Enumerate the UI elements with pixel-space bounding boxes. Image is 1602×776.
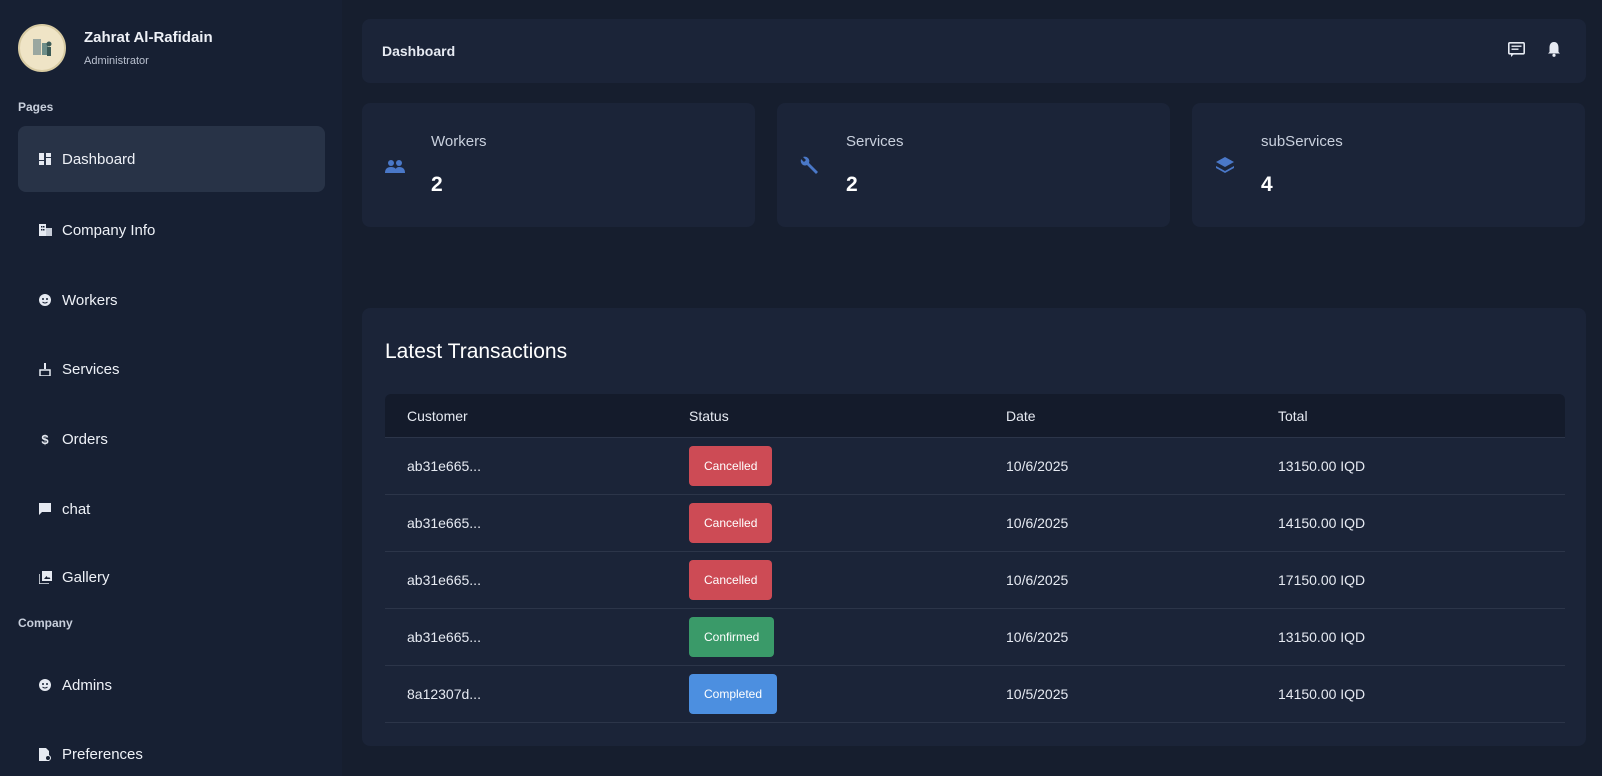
sidebar-item-label: chat	[62, 500, 91, 518]
stat-label: Workers	[431, 133, 487, 150]
sidebar-item-chat[interactable]: chat	[18, 476, 325, 542]
sidebar-item-label: Orders	[62, 430, 108, 448]
panel-title: Latest Transactions	[385, 340, 568, 363]
column-header-status[interactable]: Status	[689, 408, 729, 424]
total-cell: 13150.00 IQD	[1278, 629, 1366, 645]
column-header-total[interactable]: Total	[1278, 408, 1308, 424]
sidebar-item-label: Workers	[62, 291, 118, 309]
stat-label: subServices	[1261, 133, 1343, 150]
customer-cell: ab31e665...	[407, 629, 481, 645]
building-icon	[38, 223, 52, 237]
top-bar: Dashboard	[362, 19, 1586, 83]
sidebar-item-label: Gallery	[62, 568, 110, 586]
date-cell: 10/6/2025	[1006, 515, 1069, 531]
transactions-table: Customer Status Date Total ab31e665... C…	[385, 394, 1565, 723]
face-icon	[38, 678, 52, 692]
total-cell: 14150.00 IQD	[1278, 686, 1366, 702]
customer-cell: 8a12307d...	[407, 686, 481, 702]
stat-value: 2	[431, 173, 443, 196]
table-row[interactable]: ab31e665... Cancelled 10/6/2025 17150.00…	[385, 552, 1565, 609]
sidebar-item-label: Admins	[62, 676, 113, 694]
sidebar-item-company-info[interactable]: Company Info	[18, 197, 325, 263]
sidebar-item-workers[interactable]: Workers	[18, 267, 325, 333]
stat-card-workers[interactable]: Workers 2	[362, 103, 755, 227]
page-title: Dashboard	[382, 43, 456, 59]
sidebar-item-orders[interactable]: $ Orders	[18, 406, 325, 472]
table-header: Customer Status Date Total	[385, 394, 1565, 438]
sidebar-item-admins[interactable]: Admins	[18, 652, 325, 718]
total-cell: 13150.00 IQD	[1278, 458, 1366, 474]
total-cell: 17150.00 IQD	[1278, 572, 1366, 588]
status-badge[interactable]: Cancelled	[689, 560, 773, 600]
status-badge[interactable]: Confirmed	[689, 617, 775, 657]
date-cell: 10/6/2025	[1006, 629, 1069, 645]
face-icon	[38, 293, 52, 307]
latest-transactions-panel: Latest Transactions Customer Status Date…	[362, 308, 1586, 746]
sidebar-item-services[interactable]: Services	[18, 336, 325, 402]
total-cell: 14150.00 IQD	[1278, 515, 1366, 531]
stat-card-services[interactable]: Services 2	[777, 103, 1170, 227]
table-row[interactable]: ab31e665... Cancelled 10/6/2025 14150.00…	[385, 495, 1565, 552]
stat-label: Services	[846, 133, 904, 150]
date-cell: 10/6/2025	[1006, 572, 1069, 588]
avatar	[18, 24, 66, 72]
wrench-icon	[799, 155, 821, 177]
status-badge[interactable]: Cancelled	[689, 503, 773, 543]
table-row[interactable]: 8a12307d... Completed 10/5/2025 14150.00…	[385, 666, 1565, 723]
sidebar-item-label: Services	[62, 360, 120, 378]
messages-icon[interactable]	[1506, 39, 1526, 59]
user-name: Zahrat Al-Rafidain	[84, 29, 213, 46]
section-label-company: Company	[18, 616, 73, 630]
dollar-icon: $	[41, 431, 49, 447]
user-role: Administrator	[84, 55, 149, 67]
layers-icon	[1214, 155, 1236, 177]
table-row[interactable]: ab31e665... Confirmed 10/6/2025 13150.00…	[385, 609, 1565, 666]
dashboard-icon	[38, 152, 52, 166]
column-header-date[interactable]: Date	[1006, 408, 1036, 424]
sidebar-item-gallery[interactable]: Gallery	[18, 544, 325, 610]
gallery-icon	[38, 570, 52, 584]
section-label-pages: Pages	[18, 100, 54, 114]
sidebar-item-label: Company Info	[62, 221, 156, 239]
bell-icon[interactable]	[1544, 39, 1564, 59]
customer-cell: ab31e665...	[407, 515, 481, 531]
people-icon	[384, 155, 406, 177]
user-profile[interactable]: Zahrat Al-Rafidain Administrator	[18, 24, 213, 72]
sidebar-item-dashboard[interactable]: Dashboard	[18, 126, 325, 192]
customer-cell: ab31e665...	[407, 572, 481, 588]
status-badge[interactable]: Cancelled	[689, 446, 773, 486]
customer-cell: ab31e665...	[407, 458, 481, 474]
stat-card-subservices[interactable]: subServices 4	[1192, 103, 1585, 227]
status-badge[interactable]: Completed	[689, 674, 778, 714]
table-row[interactable]: ab31e665... Cancelled 10/6/2025 13150.00…	[385, 438, 1565, 495]
sidebar-item-label: Dashboard	[62, 150, 136, 168]
date-cell: 10/6/2025	[1006, 458, 1069, 474]
cleaning-icon	[38, 362, 52, 376]
sidebar-item-preferences[interactable]: Preferences	[18, 721, 325, 776]
stat-value: 2	[846, 173, 858, 196]
stat-value: 4	[1261, 173, 1273, 196]
settings-document-icon	[38, 747, 52, 761]
column-header-customer[interactable]: Customer	[407, 408, 468, 424]
sidebar: Zahrat Al-Rafidain Administrator Pages D…	[0, 0, 342, 776]
date-cell: 10/5/2025	[1006, 686, 1069, 702]
chat-icon	[38, 502, 52, 516]
sidebar-item-label: Preferences	[62, 745, 143, 763]
